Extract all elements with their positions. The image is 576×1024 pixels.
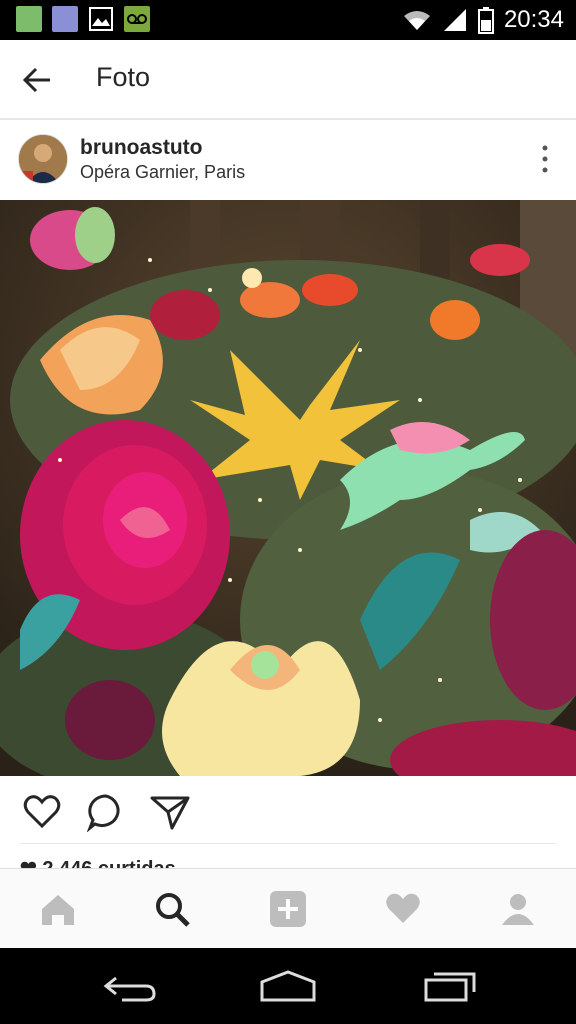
username[interactable]: brunoastuto bbox=[80, 136, 202, 160]
status-time: 20:34 bbox=[503, 6, 564, 33]
search-icon[interactable] bbox=[152, 889, 192, 929]
home-icon[interactable] bbox=[38, 889, 78, 929]
profile-icon[interactable] bbox=[498, 889, 538, 929]
divider bbox=[20, 843, 556, 844]
page-title: Foto bbox=[96, 62, 151, 92]
post-actions bbox=[0, 776, 576, 846]
add-post-icon[interactable] bbox=[268, 889, 308, 929]
voicemail-notification-icon bbox=[124, 6, 150, 32]
post-photo[interactable] bbox=[0, 200, 576, 776]
system-recents-icon[interactable] bbox=[418, 968, 478, 1004]
image-notification-icon bbox=[89, 7, 113, 31]
wifi-icon bbox=[403, 11, 430, 30]
avatar[interactable] bbox=[18, 134, 68, 184]
system-home-icon[interactable] bbox=[258, 968, 318, 1004]
notification-icons bbox=[16, 6, 150, 32]
sheet-notification-icon bbox=[16, 6, 42, 32]
post-header: brunoastuto Opéra Garnier, Paris bbox=[0, 120, 576, 200]
app-bar: Foto bbox=[0, 40, 576, 120]
doc-notification-icon bbox=[52, 6, 78, 32]
status-right: 20:34 bbox=[402, 6, 564, 34]
back-arrow-icon[interactable] bbox=[20, 62, 56, 98]
status-bar: 20:34 bbox=[0, 0, 576, 40]
battery-icon bbox=[477, 7, 494, 34]
comment-icon[interactable] bbox=[86, 792, 126, 832]
more-options-icon[interactable] bbox=[538, 144, 552, 174]
signal-icon bbox=[443, 9, 466, 31]
location[interactable]: Opéra Garnier, Paris bbox=[80, 162, 245, 183]
system-back-icon[interactable] bbox=[98, 968, 158, 1004]
share-send-icon[interactable] bbox=[150, 792, 190, 832]
bottom-navigation bbox=[0, 868, 576, 949]
paper-flowers-image bbox=[0, 200, 576, 776]
activity-heart-icon[interactable] bbox=[383, 889, 423, 929]
like-heart-icon[interactable] bbox=[22, 792, 62, 832]
system-navigation-bar bbox=[0, 948, 576, 1024]
